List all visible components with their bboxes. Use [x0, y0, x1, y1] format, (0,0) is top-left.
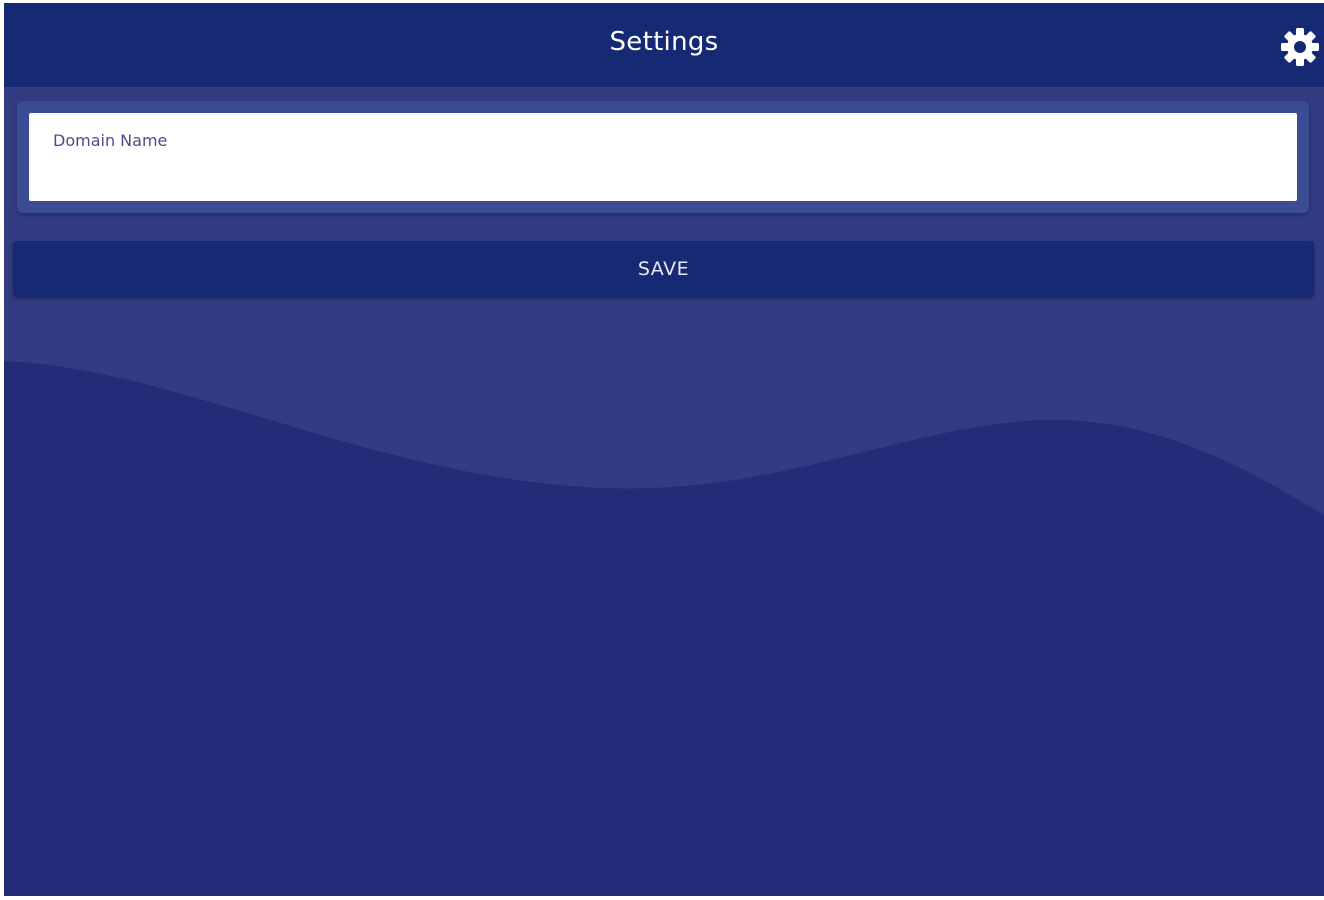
domain-field-panel: Domain Name: [17, 101, 1309, 213]
domain-name-field[interactable]: Domain Name: [29, 113, 1297, 201]
settings-screen: Settings Domain Name SAVE: [4, 3, 1324, 896]
gear-icon[interactable]: [1280, 27, 1320, 67]
app-header: Settings: [4, 3, 1324, 87]
save-button[interactable]: SAVE: [13, 241, 1314, 297]
domain-name-input[interactable]: [51, 159, 1275, 193]
page-title: Settings: [609, 27, 719, 57]
domain-name-label: Domain Name: [53, 131, 168, 150]
